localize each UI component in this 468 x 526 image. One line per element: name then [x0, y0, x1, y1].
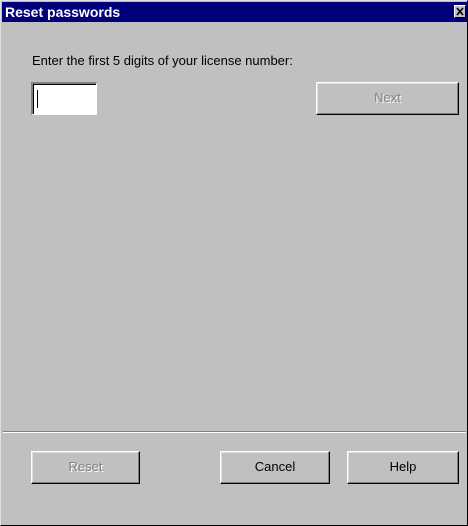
help-button[interactable]: Help [347, 451, 459, 484]
text-caret [37, 90, 38, 108]
reset-button[interactable]: Reset [31, 451, 140, 484]
next-button[interactable]: Next [316, 82, 459, 115]
license-number-field[interactable] [31, 82, 97, 115]
reset-passwords-dialog: Reset passwords Enter the first 5 digits… [0, 0, 468, 526]
close-button[interactable] [454, 5, 466, 18]
license-prompt-label: Enter the first 5 digits of your license… [32, 53, 293, 68]
window-title: Reset passwords [5, 4, 121, 20]
license-number-input[interactable] [36, 86, 94, 112]
cancel-button[interactable]: Cancel [220, 451, 330, 484]
footer-separator [3, 431, 466, 433]
close-icon [456, 7, 464, 16]
title-bar[interactable]: Reset passwords [2, 2, 467, 22]
